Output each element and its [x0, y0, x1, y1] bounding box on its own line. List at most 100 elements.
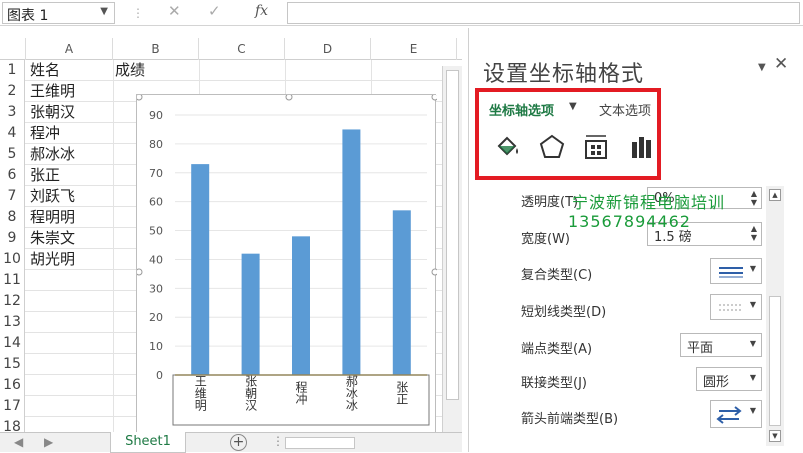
bar [241, 253, 260, 375]
scroll-tabs-left-icon[interactable]: ◀ [14, 435, 23, 449]
row-header[interactable]: 7 [0, 186, 25, 207]
dash-lines-icon [719, 304, 743, 311]
prop-width-label: 宽度(W) [521, 232, 570, 247]
prop-transparency-label: 透明度(T) [521, 195, 579, 210]
cell-a[interactable]: 张正 [30, 165, 60, 186]
pane-options-icon[interactable]: ▼ [758, 62, 766, 73]
y-tick-label: 90 [149, 109, 163, 122]
chart-resize-handle [285, 95, 293, 101]
bar [392, 210, 411, 375]
bar [292, 236, 310, 375]
arrow-begin-type-dropdown[interactable]: ▼ [710, 400, 762, 428]
scroll-tabs-right-icon[interactable]: ▶ [44, 435, 53, 449]
chevron-down-icon[interactable]: ▼ [100, 6, 108, 17]
cell-a[interactable]: 王维明 [30, 81, 75, 102]
dash-type-dropdown[interactable]: ▼ [710, 294, 762, 320]
row-header[interactable]: 13 [0, 312, 25, 333]
row-header[interactable]: 10 [0, 249, 25, 270]
x-tick-label: 王维明 [193, 375, 207, 412]
bar [191, 164, 210, 375]
scroll-down-icon[interactable]: ▼ [769, 430, 781, 442]
row-header[interactable]: 15 [0, 354, 25, 375]
formula-bar: 图表 1 ▼ ⋮ ✕ ✓ fx [0, 0, 803, 26]
cell-a[interactable]: 朱崇文 [30, 228, 75, 249]
scroll-up-icon[interactable]: ▲ [769, 189, 781, 201]
column-header-c[interactable]: C [199, 38, 285, 60]
row-header[interactable]: 17 [0, 396, 25, 417]
chart-resize-handle [137, 268, 143, 276]
y-tick-label: 30 [149, 282, 163, 295]
y-tick-label: 10 [149, 340, 163, 353]
worksheet[interactable]: A B C D E 1 姓名 成绩 2 王维明 3 张朝汉 4 程冲 5 郝冰冰 6 张正 7 刘跃飞 8 程明… [0, 28, 462, 432]
x-tick-label: 郝冰冰 [344, 375, 358, 411]
more-icon: ⋮ [272, 434, 284, 448]
chevron-down-icon: ▼ [749, 406, 756, 415]
scrollbar-thumb[interactable] [446, 70, 459, 400]
row-header[interactable]: 11 [0, 270, 25, 291]
column-header-a[interactable]: A [26, 38, 113, 60]
name-box[interactable]: 图表 1 ▼ [2, 2, 115, 24]
chart-resize-handle [137, 95, 143, 101]
spin-arrows-icon[interactable]: ▲ ▼ [751, 189, 757, 207]
pane-title: 设置坐标轴格式 [483, 62, 645, 87]
chart-resize-handle [431, 268, 437, 276]
row-header[interactable]: 12 [0, 291, 25, 312]
x-tick-label: 张正 [395, 381, 409, 405]
cell-b[interactable]: 成绩 [115, 60, 145, 81]
cell-a[interactable]: 姓名 [30, 60, 60, 81]
vertical-scrollbar[interactable]: ▼ [442, 66, 462, 432]
scrollbar-thumb[interactable] [769, 296, 781, 426]
row-header[interactable]: 14 [0, 333, 25, 354]
chart-resize-handle [431, 95, 437, 101]
insert-function-button[interactable]: fx [255, 3, 268, 19]
chevron-down-icon: ▼ [749, 300, 756, 309]
table-row: 1 姓名 成绩 [0, 60, 462, 81]
cell-a[interactable]: 张朝汉 [30, 102, 75, 123]
bar [342, 129, 361, 375]
cell-a[interactable]: 胡光明 [30, 249, 75, 270]
prop-join-type-label: 联接类型(J) [521, 376, 587, 391]
row-header[interactable]: 3 [0, 102, 25, 123]
row-header[interactable]: 16 [0, 375, 25, 396]
cell-a[interactable]: 刘跃飞 [30, 186, 75, 207]
row-header[interactable]: 1 [0, 60, 25, 81]
cell-a[interactable]: 郝冰冰 [30, 144, 75, 165]
row-header[interactable]: 9 [0, 228, 25, 249]
row-header[interactable]: 4 [0, 123, 25, 144]
cell-a[interactable]: 程冲 [30, 123, 60, 144]
column-header-e[interactable]: E [371, 38, 457, 60]
spin-arrows-icon[interactable]: ▲ ▼ [751, 224, 757, 242]
x-tick-label: 张朝汉 [244, 375, 258, 411]
check-icon[interactable]: ✓ [208, 2, 221, 20]
y-tick-label: 80 [149, 138, 163, 151]
join-type-value: 圆形 [703, 375, 730, 390]
horizontal-scrollbar-thumb[interactable] [285, 437, 355, 449]
tab-sheet1[interactable]: Sheet1 [110, 432, 186, 453]
column-header-d[interactable]: D [285, 38, 371, 60]
column-header-b[interactable]: B [113, 38, 199, 60]
close-icon[interactable]: ✕ [774, 54, 788, 74]
row-header[interactable]: 6 [0, 165, 25, 186]
format-axis-pane: 设置坐标轴格式 ▼ ✕ 坐标轴选项 ▼ 文本选项 透明度(T) 0% ▲ ▼ 宽度… [468, 28, 803, 452]
separator-icon: ⋮ [132, 6, 144, 20]
join-type-dropdown[interactable]: 圆形 ▼ [696, 367, 762, 391]
compound-lines-icon [719, 267, 743, 278]
row-header[interactable]: 8 [0, 207, 25, 228]
row-header[interactable]: 18 [0, 417, 25, 432]
row-header[interactable]: 2 [0, 81, 25, 102]
compound-type-dropdown[interactable]: ▼ [710, 258, 762, 284]
cell-a[interactable]: 程明明 [30, 207, 75, 228]
formula-input[interactable] [287, 2, 800, 24]
add-sheet-icon[interactable]: + [230, 434, 247, 451]
chevron-down-icon: ▼ [749, 339, 756, 348]
column-headers: A B C D E [0, 38, 462, 60]
row-header[interactable]: 5 [0, 144, 25, 165]
x-tick-label: 程冲 [294, 380, 308, 406]
cap-type-dropdown[interactable]: 平面 ▼ [680, 333, 762, 357]
close-icon[interactable]: ✕ [168, 2, 181, 20]
pane-scrollbar[interactable]: ▲ ▼ [766, 186, 784, 446]
select-all-corner[interactable] [0, 38, 26, 60]
prop-dash-type-label: 短划线类型(D) [521, 305, 607, 320]
name-box-value: 图表 1 [7, 8, 49, 24]
embedded-bar-chart[interactable]: 0 10 20 30 40 50 60 70 80 90 王维明 张朝汉 程冲 郝冰冰 张正 [136, 94, 437, 432]
